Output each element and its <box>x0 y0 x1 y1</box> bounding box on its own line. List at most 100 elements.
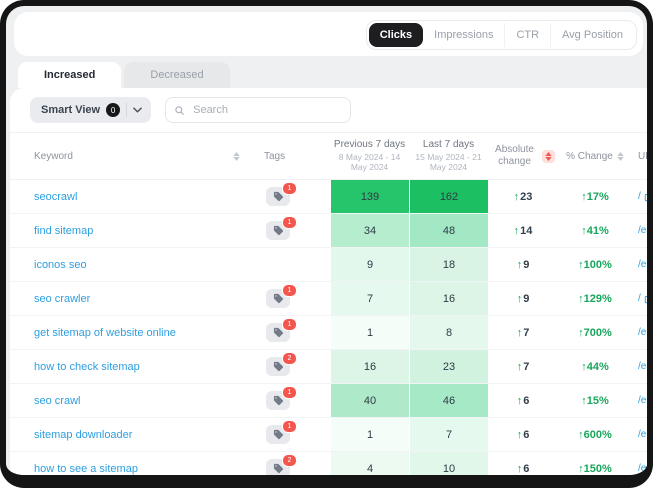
tag-button[interactable]: 2 <box>266 357 290 376</box>
column-header-keyword[interactable]: Keyword <box>10 133 250 179</box>
table-header: Keyword Tags Previous 7 days 8 May 2024 … <box>10 132 653 180</box>
table-row[interactable]: sitemap downloader 1 1 7 ↑ 6 ↑600% /en <box>10 417 653 451</box>
keyword-link[interactable]: iconos seo <box>34 259 87 271</box>
tab-decreased[interactable]: Decreased <box>124 62 229 88</box>
tag-icon <box>273 293 284 304</box>
url-text[interactable]: /en <box>638 225 652 236</box>
external-link-icon[interactable] <box>644 294 653 304</box>
column-header-previous[interactable]: Previous 7 days 8 May 2024 - 14 May 2024 <box>330 133 409 179</box>
keyword-cell: find sitemap <box>10 214 250 247</box>
prev-cell: 1 <box>330 418 409 451</box>
keyword-link[interactable]: how to see a sitemap <box>34 463 138 475</box>
prev-value: 139 <box>361 191 379 203</box>
sort-icon[interactable] <box>617 152 624 161</box>
pct-value: ↑129% <box>578 293 612 305</box>
search-box[interactable] <box>165 97 351 123</box>
tag-icon <box>273 327 284 338</box>
tag-button[interactable]: 1 <box>266 187 290 206</box>
column-header-percent[interactable]: % Change <box>558 133 632 179</box>
tag-count-badge: 2 <box>282 454 297 467</box>
table-row[interactable]: how to check sitemap 2 16 23 ↑ 7 ↑44% /e… <box>10 349 653 383</box>
tag-button[interactable]: 1 <box>266 323 290 342</box>
url-cell: /en <box>632 316 653 349</box>
prev-value: 1 <box>367 327 373 339</box>
last-cell: 10 <box>409 452 488 485</box>
percent-change-cell: ↑17% <box>558 180 632 213</box>
smart-view-dropdown[interactable]: Smart View 0 <box>30 97 151 123</box>
top-bar: Clicks Impressions CTR Avg Position <box>14 12 643 56</box>
percent-change-cell: ↑44% <box>558 350 632 383</box>
chevron-down-icon <box>133 107 142 113</box>
url-text[interactable]: /en <box>638 327 652 338</box>
search-input[interactable] <box>191 103 342 117</box>
keyword-link[interactable]: get sitemap of website online <box>34 327 176 339</box>
tag-count-badge: 1 <box>282 420 297 433</box>
pct-value: ↑15% <box>581 395 609 407</box>
url-text[interactable]: / <box>638 293 641 304</box>
pct-value: ↑17% <box>581 191 609 203</box>
url-text[interactable]: / <box>638 191 641 202</box>
url-text[interactable]: /en <box>638 395 652 406</box>
absolute-change-cell: ↑ 7 <box>488 316 558 349</box>
keyword-link[interactable]: seo crawl <box>34 395 80 407</box>
keyword-cell: get sitemap of website online <box>10 316 250 349</box>
tags-cell: 1 <box>250 418 330 451</box>
smart-view-count-badge: 0 <box>106 103 120 117</box>
keyword-link[interactable]: sitemap downloader <box>34 429 132 441</box>
tag-button[interactable]: 2 <box>266 459 290 478</box>
tag-button[interactable]: 1 <box>266 425 290 444</box>
percent-change-cell: ↑100% <box>558 248 632 281</box>
tag-button[interactable]: 1 <box>266 221 290 240</box>
keyword-cell: seo crawler <box>10 282 250 315</box>
keyword-cell: seocrawl <box>10 180 250 213</box>
external-link-icon[interactable] <box>644 192 653 202</box>
keyword-cell: seo crawl <box>10 384 250 417</box>
tag-button[interactable]: 1 <box>266 289 290 308</box>
keyword-link[interactable]: how to check sitemap <box>34 361 140 373</box>
last-cell: 48 <box>409 214 488 247</box>
url-text[interactable]: /en <box>638 259 652 270</box>
column-header-last[interactable]: Last 7 days 15 May 2024 - 21 May 2024 <box>409 133 488 179</box>
table-row[interactable]: seo crawler 1 7 16 ↑ 9 ↑129% / <box>10 281 653 315</box>
table-row[interactable]: get sitemap of website online 1 1 8 ↑ 7 … <box>10 315 653 349</box>
last-value: 162 <box>440 191 458 203</box>
last-header-title: Last 7 days <box>423 139 474 152</box>
prev-cell: 139 <box>330 180 409 213</box>
table-row[interactable]: seocrawl 1 139 162 ↑ 23 ↑17% / <box>10 180 653 213</box>
metric-tab-impressions[interactable]: Impressions <box>423 23 504 47</box>
url-cell: /en <box>632 384 653 417</box>
url-text[interactable]: /en <box>638 429 652 440</box>
table-row[interactable]: seo crawl 1 40 46 ↑ 6 ↑15% /en <box>10 383 653 417</box>
sort-icon[interactable] <box>233 152 240 161</box>
keyword-link[interactable]: seocrawl <box>34 191 77 203</box>
tab-increased[interactable]: Increased <box>18 62 121 88</box>
absolute-change-cell: ↑ 6 <box>488 452 558 485</box>
url-cell: /en <box>632 214 653 247</box>
table-row[interactable]: how to see a sitemap 2 4 10 ↑ 6 ↑150% /e… <box>10 451 653 485</box>
percent-change-cell: ↑15% <box>558 384 632 417</box>
table-row[interactable]: find sitemap 1 34 48 ↑ 14 ↑41% /en <box>10 213 653 247</box>
prev-value: 40 <box>364 395 376 407</box>
column-header-absolute[interactable]: Absolute change <box>488 133 558 179</box>
sort-icon-active[interactable] <box>542 150 555 163</box>
metric-tab-avg-position[interactable]: Avg Position <box>550 23 634 47</box>
tag-button[interactable]: 1 <box>266 391 290 410</box>
url-header-label: URL <box>638 151 653 162</box>
keyword-link[interactable]: find sitemap <box>34 225 93 237</box>
column-header-tags: Tags <box>250 133 330 179</box>
table-row[interactable]: iconos seo 9 18 ↑ 9 ↑100% /en <box>10 247 653 281</box>
abs-value: 6 <box>523 395 529 407</box>
pct-value: ↑44% <box>581 361 609 373</box>
tags-header-label: Tags <box>264 151 285 162</box>
last-cell: 23 <box>409 350 488 383</box>
tags-cell <box>250 248 330 281</box>
metric-tab-ctr[interactable]: CTR <box>504 23 550 47</box>
metric-tab-clicks[interactable]: Clicks <box>369 23 423 47</box>
url-text[interactable]: /en <box>638 463 652 474</box>
url-text[interactable]: /en <box>638 361 652 372</box>
pct-value: ↑41% <box>581 225 609 237</box>
abs-arrow: ↑ <box>517 429 523 441</box>
keyword-link[interactable]: seo crawler <box>34 293 90 305</box>
table-body: seocrawl 1 139 162 ↑ 23 ↑17% / <box>10 180 653 485</box>
column-header-url[interactable]: URL <box>632 133 653 179</box>
